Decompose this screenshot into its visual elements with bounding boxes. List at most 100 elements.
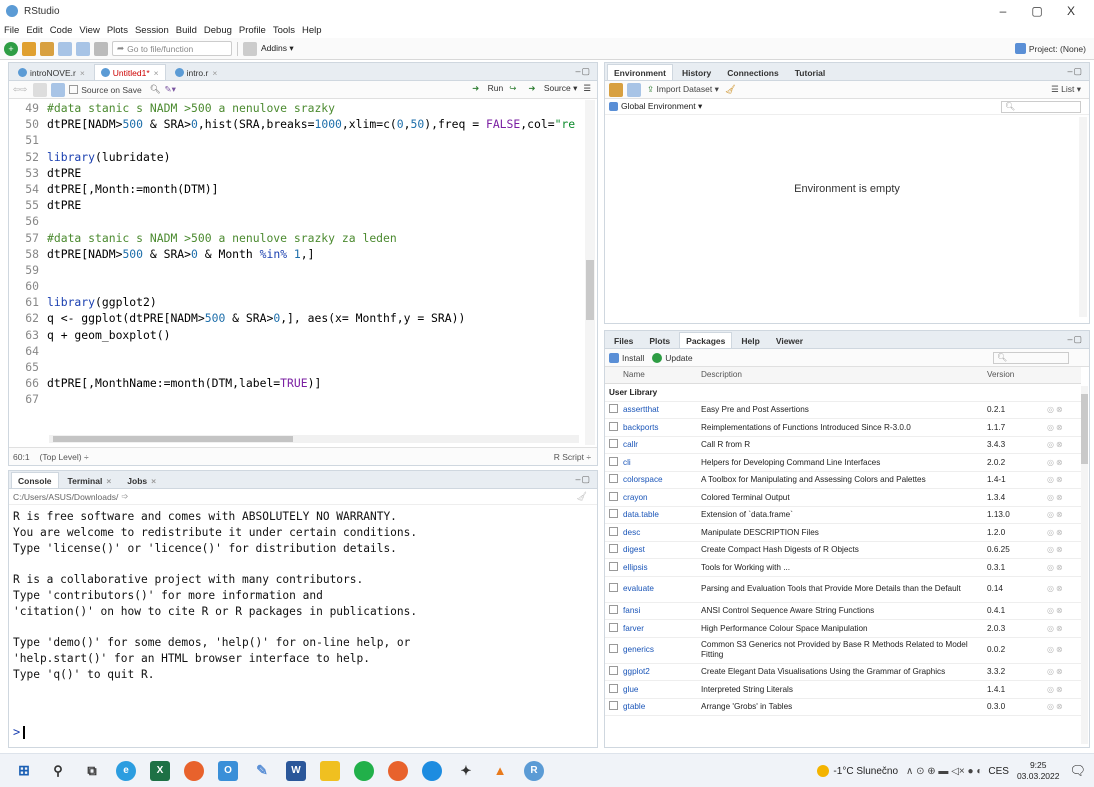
- workspace-panes-icon[interactable]: [243, 41, 257, 56]
- package-checkbox[interactable]: [605, 453, 619, 472]
- package-name-link[interactable]: data.table: [619, 506, 697, 524]
- code-line[interactable]: 66 dtPRE[,MonthName:=month(DTM,label=TRUE…: [9, 375, 583, 391]
- package-actions[interactable]: ◎⊗: [1043, 488, 1081, 507]
- package-checkbox[interactable]: [605, 680, 619, 699]
- install-button[interactable]: Install: [609, 352, 644, 363]
- package-name-link[interactable]: generics: [619, 637, 697, 664]
- windows-start-icon[interactable]: ⊞: [14, 761, 34, 781]
- remove-icon[interactable]: ⊗: [1056, 563, 1065, 572]
- excel-icon[interactable]: X: [150, 760, 170, 781]
- load-workspace-icon[interactable]: [609, 82, 623, 97]
- remove-icon[interactable]: ⊗: [1056, 584, 1065, 593]
- rstudio-taskbar-icon[interactable]: R: [524, 760, 544, 781]
- editor-vertical-scrollbar[interactable]: [585, 100, 595, 445]
- package-actions[interactable]: ◎⊗: [1043, 637, 1081, 664]
- code-tools-icon[interactable]: ✎▾: [165, 84, 176, 95]
- code-line[interactable]: 67: [9, 391, 583, 407]
- remove-icon[interactable]: ⊗: [1056, 545, 1065, 554]
- package-name-link[interactable]: ggplot2: [619, 663, 697, 681]
- package-actions[interactable]: ◎⊗: [1043, 453, 1081, 472]
- package-name-link[interactable]: farver: [619, 619, 697, 638]
- packages-search-input[interactable]: 🔍︎: [993, 352, 1069, 364]
- package-actions[interactable]: ◎⊗: [1043, 436, 1081, 454]
- tab-files[interactable]: Files: [607, 332, 640, 348]
- package-name-link[interactable]: colorspace: [619, 471, 697, 489]
- addins-menu[interactable]: Addins ▾: [261, 43, 294, 54]
- code-line[interactable]: 55 dtPRE: [9, 197, 583, 213]
- checkbox-box[interactable]: [609, 683, 618, 693]
- edge-browser-icon[interactable]: e: [116, 760, 136, 781]
- package-checkbox[interactable]: [605, 698, 619, 716]
- close-tab-icon[interactable]: ×: [151, 476, 156, 486]
- pane-minmax-icon[interactable]: –▢: [575, 474, 591, 485]
- editor-horizontal-scrollbar[interactable]: [49, 435, 579, 443]
- new-project-icon[interactable]: [22, 41, 36, 56]
- package-checkbox[interactable]: [605, 506, 619, 524]
- tab-plots[interactable]: Plots: [642, 332, 677, 348]
- remove-icon[interactable]: ⊗: [1056, 405, 1065, 414]
- search-app-icon[interactable]: [422, 760, 442, 781]
- word-icon[interactable]: W: [286, 760, 306, 781]
- close-button[interactable]: X: [1054, 0, 1088, 22]
- menu-edit[interactable]: Edit: [26, 25, 42, 36]
- code-line[interactable]: 51: [9, 132, 583, 148]
- package-checkbox[interactable]: [605, 663, 619, 681]
- remove-icon[interactable]: ⊗: [1056, 423, 1065, 432]
- code-line[interactable]: 49 #data stanic s NADM >500 a nenulove sr…: [9, 100, 583, 116]
- vlc-icon[interactable]: ▲: [490, 761, 510, 781]
- package-actions[interactable]: ◎⊗: [1043, 558, 1081, 577]
- package-name-link[interactable]: assertthat: [619, 401, 697, 419]
- package-actions[interactable]: ◎⊗: [1043, 619, 1081, 638]
- task-view-icon[interactable]: ⧉: [82, 761, 102, 781]
- package-actions[interactable]: ◎⊗: [1043, 602, 1081, 620]
- save-all-icon[interactable]: [76, 41, 90, 56]
- web-icon[interactable]: ◎: [1047, 667, 1056, 676]
- checkbox-box[interactable]: [609, 561, 618, 571]
- package-checkbox[interactable]: [605, 418, 619, 437]
- checkbox-box[interactable]: [609, 474, 618, 484]
- code-line[interactable]: 62 q <- ggplot(dtPRE[NADM>500 & SRA>0,], …: [9, 310, 583, 326]
- tab-intronove[interactable]: introNOVE.r ×: [11, 64, 92, 80]
- checkbox-box[interactable]: [609, 605, 618, 615]
- package-checkbox[interactable]: [605, 576, 619, 603]
- remove-icon[interactable]: ⊗: [1056, 624, 1065, 633]
- tab-terminal[interactable]: Terminal ×: [61, 472, 119, 488]
- goto-directory-icon[interactable]: ➩: [121, 491, 128, 502]
- notifications-icon[interactable]: 🗨︎: [1069, 763, 1086, 779]
- save-icon[interactable]: [58, 41, 72, 56]
- search-icon[interactable]: 🔍︎: [150, 84, 161, 95]
- package-checkbox[interactable]: [605, 602, 619, 620]
- tool-icon[interactable]: ✦: [456, 761, 476, 781]
- code-line[interactable]: 64: [9, 343, 583, 359]
- web-icon[interactable]: ◎: [1047, 510, 1056, 519]
- web-icon[interactable]: ◎: [1047, 458, 1056, 467]
- code-line[interactable]: 52 library(lubridate): [9, 149, 583, 165]
- code-line[interactable]: 56: [9, 213, 583, 229]
- source-on-save-checkbox[interactable]: [69, 85, 79, 94]
- remove-icon[interactable]: ⊗: [1056, 606, 1065, 615]
- checkbox-box[interactable]: [609, 583, 618, 592]
- package-checkbox[interactable]: [605, 558, 619, 577]
- weather-text[interactable]: -1°C Slunečno: [833, 766, 898, 777]
- minimize-button[interactable]: –: [986, 0, 1020, 22]
- checkbox-box[interactable]: [609, 404, 618, 414]
- package-actions[interactable]: ◎⊗: [1043, 523, 1081, 542]
- menu-code[interactable]: Code: [50, 25, 73, 36]
- web-icon[interactable]: ◎: [1047, 584, 1056, 593]
- package-checkbox[interactable]: [605, 488, 619, 507]
- menu-build[interactable]: Build: [176, 25, 197, 36]
- broom-icon[interactable]: 🧹︎: [725, 84, 736, 95]
- language-indicator[interactable]: CES: [988, 766, 1009, 777]
- package-actions[interactable]: ◎⊗: [1043, 541, 1081, 559]
- new-file-icon[interactable]: +: [4, 41, 18, 56]
- checkbox-box[interactable]: [609, 544, 618, 554]
- code-line[interactable]: 58 dtPRE[NADM>500 & SRA>0 & Month %in% 1,…: [9, 246, 583, 262]
- code-line[interactable]: 65: [9, 359, 583, 375]
- source-button[interactable]: ➜ Source ▾: [522, 83, 577, 94]
- close-tab-icon[interactable]: ×: [80, 68, 85, 78]
- menu-file[interactable]: File: [4, 25, 19, 36]
- tab-jobs[interactable]: Jobs ×: [120, 472, 163, 488]
- show-in-window-icon[interactable]: [33, 82, 48, 97]
- tab-untitled1[interactable]: Untitled1* ×: [93, 64, 166, 80]
- package-name-link[interactable]: gtable: [619, 698, 697, 716]
